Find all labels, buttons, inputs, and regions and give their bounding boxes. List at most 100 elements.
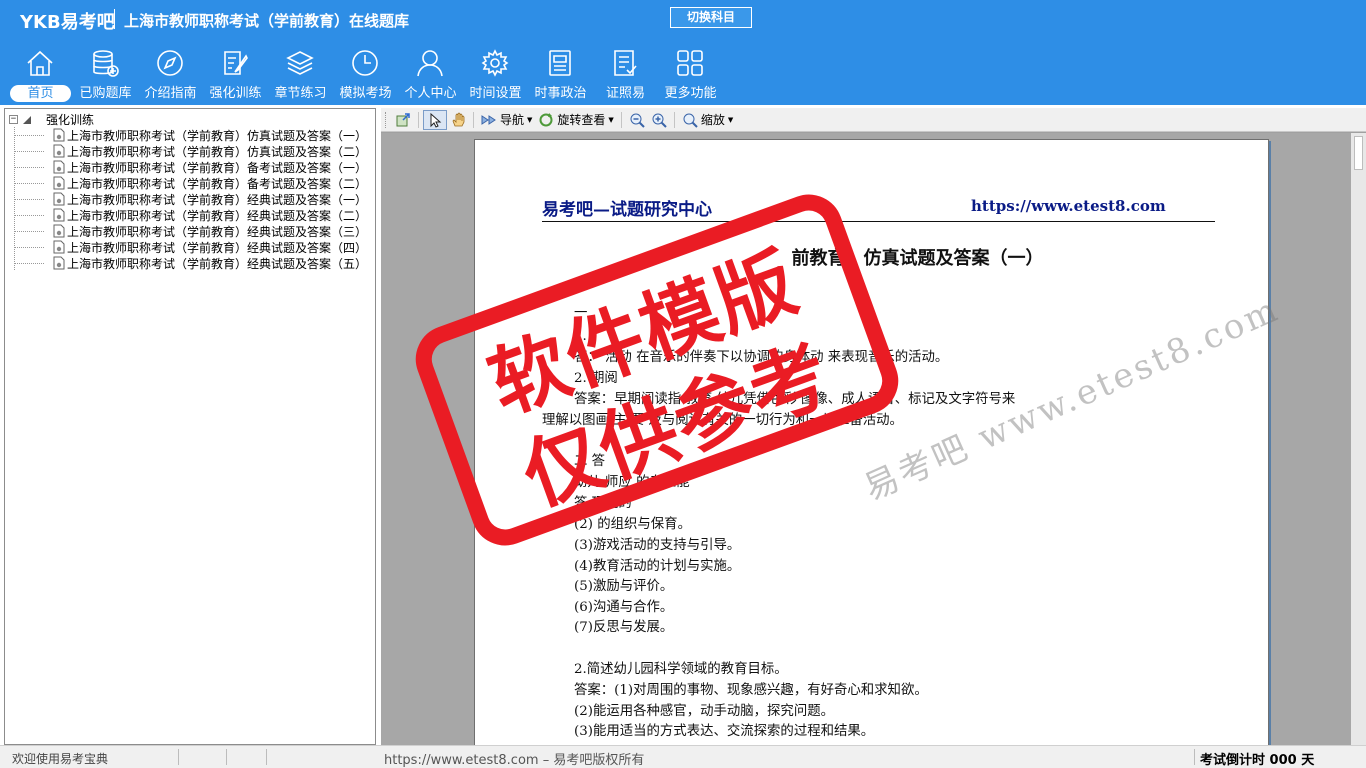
title-row: YKB易考吧 上海市教师职称考试（学前教育）在线题库 切换科目 xyxy=(0,0,1366,38)
page-header-brand: 易考吧—试题研究中心 xyxy=(542,200,712,220)
status-divider xyxy=(226,749,227,765)
document-icon xyxy=(53,176,65,190)
zoom-out-button[interactable] xyxy=(626,110,648,130)
nav-more-functions[interactable]: 更多功能 xyxy=(658,44,723,104)
page-header-url: https://www.etest8.com xyxy=(971,197,1166,215)
clock-icon xyxy=(350,48,380,78)
document-icon xyxy=(53,256,65,270)
tree-connector xyxy=(14,135,44,136)
title-divider xyxy=(114,9,115,29)
tree-root-label: 强化训练 xyxy=(46,112,95,127)
grid-icon xyxy=(675,48,705,78)
doc-line: (2) 的组织与保育。 xyxy=(574,517,691,532)
navigation-icon xyxy=(481,114,496,125)
layers-icon xyxy=(285,48,315,78)
rotate-view-dropdown[interactable]: 旋转查看 ▼ xyxy=(535,110,616,130)
tree-item-label: 上海市教师职称考试（学前教育）备考试题及答案（一） xyxy=(67,160,368,175)
tree-item-label: 上海市教师职称考试（学前教育）经典试题及答案（五） xyxy=(67,256,368,271)
vertical-scrollbar[interactable] xyxy=(1351,133,1366,745)
chevron-down-icon: ▼ xyxy=(527,115,533,124)
nav-time-settings[interactable]: 时间设置 xyxy=(463,44,528,104)
rotate-view-label: 旋转查看 xyxy=(557,113,606,127)
tree-connector xyxy=(14,183,44,184)
tree-item-label: 上海市教师职称考试（学前教育）经典试题及答案（三） xyxy=(67,224,368,239)
tree-item[interactable]: 上海市教师职称考试（学前教育）仿真试题及答案（二） xyxy=(13,143,367,159)
tree-item-label: 上海市教师职称考试（学前教育）经典试题及答案（二） xyxy=(67,208,368,223)
doc-line: (3)能用适当的方式表达、交流探索的过程和结果。 xyxy=(574,724,875,739)
nav-intensive-training[interactable]: 强化训练 xyxy=(203,44,268,104)
nav-mock-exam[interactable]: 模拟考场 xyxy=(333,44,398,104)
tree-panel: − 强化训练 上海市教师职称考试（学前教育）仿真试题及答案（一） 上海市教师职称… xyxy=(4,108,376,745)
nav-label: 章节练习 xyxy=(274,86,327,101)
tree-item[interactable]: 上海市教师职称考试（学前教育）经典试题及答案（四） xyxy=(13,239,367,255)
doc-line: 2.简述幼儿园科学领域的教育目标。 xyxy=(574,662,788,677)
doc-line: (2)能运用各种感官，动手动脑，探究问题。 xyxy=(574,704,834,719)
switch-subject-button[interactable]: 切换科目 xyxy=(670,7,752,28)
gear-icon xyxy=(480,48,510,78)
nav-label: 更多功能 xyxy=(664,86,717,101)
nav-label: 证照易 xyxy=(605,86,645,101)
nav-label: 时间设置 xyxy=(469,86,522,101)
tree-item[interactable]: 上海市教师职称考试（学前教育）经典试题及答案（三） xyxy=(13,223,367,239)
hand-tool-button[interactable] xyxy=(447,110,469,130)
status-divider xyxy=(178,749,179,765)
status-bar: 欢迎使用易考宝典 https://www.etest8.com – 易考吧版权所… xyxy=(0,745,1366,768)
nav-chapter-practice[interactable]: 章节练习 xyxy=(268,44,333,104)
toolbar-separator xyxy=(473,111,474,128)
user-icon xyxy=(415,48,445,78)
navigation-label: 导航 xyxy=(500,113,525,127)
select-tool-button[interactable] xyxy=(423,109,447,130)
nav-certificates[interactable]: 证照易 xyxy=(593,44,658,104)
main-nav: 首页 已购题库 介绍指南 强化训练 章节练习 模拟考场 个人中心 时间设置 时事… xyxy=(8,44,723,104)
export-button[interactable] xyxy=(392,110,414,130)
nav-label: 已购题库 xyxy=(79,86,132,101)
tree-connector xyxy=(14,231,44,232)
tree-connector xyxy=(14,151,44,152)
nav-current-affairs[interactable]: 时事政治 xyxy=(528,44,593,104)
zoom-out-icon xyxy=(630,113,645,128)
edit-icon xyxy=(220,48,250,78)
zoom-dropdown[interactable]: 缩放 ▼ xyxy=(679,110,736,130)
tree-connector xyxy=(14,263,44,264)
tree-item[interactable]: 上海市教师职称考试（学前教育）经典试题及答案（一） xyxy=(13,191,367,207)
doc-line: 答案：(1)对周围的事物、现象感兴趣，有好奇心和求知欲。 xyxy=(574,683,928,698)
zoom-label: 缩放 xyxy=(700,113,725,127)
tree-item[interactable]: 上海市教师职称考试（学前教育）备考试题及答案（二） xyxy=(13,175,367,191)
toolbar-grip[interactable] xyxy=(385,111,388,128)
collapse-icon[interactable]: − xyxy=(9,114,18,124)
toolbar-separator xyxy=(620,111,622,128)
scrollbar-thumb[interactable] xyxy=(1354,136,1363,170)
checklist-icon xyxy=(610,48,640,78)
tree-item-label: 上海市教师职称考试（学前教育）备考试题及答案（二） xyxy=(67,176,368,191)
doc-line: (4)教育活动的计划与实施。 xyxy=(574,559,741,574)
document-title: 前教育）仿真试题及答案（一） xyxy=(791,248,1044,269)
tree-item-label: 上海市教师职称考试（学前教育）经典试题及答案（四） xyxy=(67,240,368,255)
navigation-dropdown[interactable]: 导航 ▼ xyxy=(478,110,535,130)
document-icon xyxy=(53,160,65,174)
app-logo: YKB易考吧 xyxy=(20,12,115,33)
header-bar: YKB易考吧 上海市教师职称考试（学前教育）在线题库 切换科目 首页 已购题库 xyxy=(0,0,1366,105)
tree-item[interactable]: 上海市教师职称考试（学前教育）经典试题及答案（五） xyxy=(13,255,367,271)
nav-label: 模拟考场 xyxy=(339,86,392,101)
nav-personal-center[interactable]: 个人中心 xyxy=(398,44,463,104)
home-icon xyxy=(25,48,55,78)
nav-purchased-banks[interactable]: 已购题库 xyxy=(73,44,138,104)
document-icon xyxy=(53,128,65,142)
document-icon xyxy=(53,224,65,238)
chevron-down-icon: ▼ xyxy=(608,115,614,124)
tree-children: 上海市教师职称考试（学前教育）仿真试题及答案（一） 上海市教师职称考试（学前教育… xyxy=(13,127,367,271)
nav-guide[interactable]: 介绍指南 xyxy=(138,44,203,104)
toolbar-separator xyxy=(418,111,419,128)
document-icon xyxy=(53,240,65,254)
tree-item[interactable]: 上海市教师职称考试（学前教育）备考试题及答案（一） xyxy=(13,159,367,175)
document-icon xyxy=(53,144,65,158)
tree-connector xyxy=(14,167,44,168)
tree-item[interactable]: 上海市教师职称考试（学前教育）仿真试题及答案（一） xyxy=(13,127,367,143)
tree-root[interactable]: − 强化训练 xyxy=(9,111,367,127)
export-icon xyxy=(396,112,410,126)
nav-home[interactable]: 首页 xyxy=(8,44,73,104)
tree-item[interactable]: 上海市教师职称考试（学前教育）经典试题及答案（二） xyxy=(13,207,367,223)
zoom-in-button[interactable] xyxy=(648,110,670,130)
doc-line: (7)反思与发展。 xyxy=(574,620,674,635)
hand-icon xyxy=(452,111,465,126)
